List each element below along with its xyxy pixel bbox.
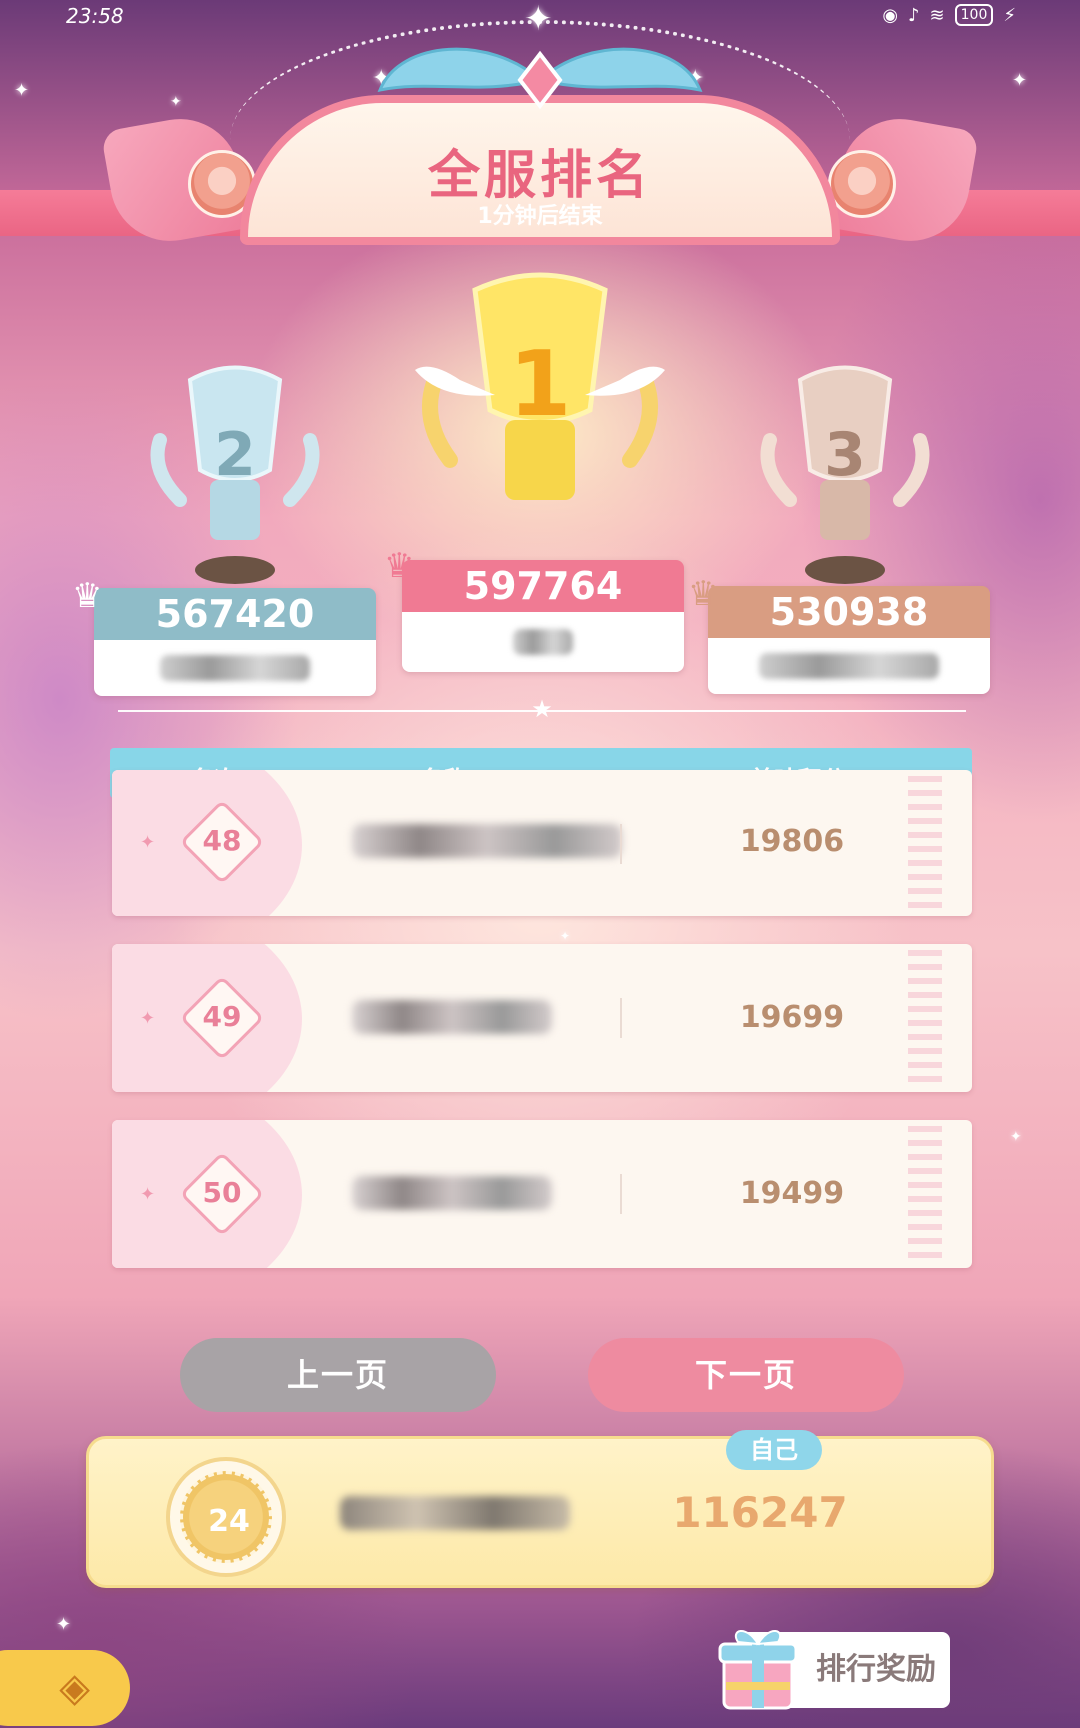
sparkle-icon: ✦ (140, 832, 156, 853)
svg-text:2: 2 (214, 420, 256, 490)
sparkle-icon: ✦ (170, 94, 182, 110)
bell-off-icon: ♪ (908, 4, 920, 26)
bronze-trophy-icon: 3 (760, 365, 930, 584)
page-title: 全服排名 (427, 146, 652, 206)
player-name (352, 824, 622, 858)
podium-score: 597764 (402, 560, 684, 612)
rank-number: 48 (202, 824, 242, 857)
self-rank-number: 24 (208, 1504, 250, 1539)
sparkle-icon: ✦ (1012, 70, 1028, 91)
podium-card-2[interactable]: 567420 (94, 588, 376, 696)
crown-icon: ♛ (688, 574, 719, 614)
rank-number: 50 (202, 1176, 242, 1209)
self-tag: 自己 (726, 1430, 822, 1470)
sparkle-icon: ✦ (140, 1184, 156, 1205)
row-stripe (908, 950, 942, 1086)
silver-trophy-icon: 2 (150, 365, 320, 584)
eye-icon: ◉ (882, 4, 899, 26)
row-separator (620, 1174, 622, 1214)
gift-icon (718, 1630, 798, 1710)
crown-icon: ♛ (72, 576, 103, 616)
svg-text:1: 1 (509, 332, 572, 437)
table-row[interactable]: ✦ 50 19499 (112, 1120, 972, 1268)
crown-icon: ♛ (384, 546, 415, 586)
prev-page-button[interactable]: 上一页 (180, 1338, 496, 1412)
gold-trophy-icon: 1 (415, 272, 665, 500)
podium-card-3[interactable]: 530938 (708, 586, 990, 694)
status-icons: ◉ ♪ ≋ 100 ⚡ (882, 4, 1016, 26)
svg-text:3: 3 (824, 420, 866, 490)
self-rank-badge: 24 (166, 1457, 286, 1577)
sparkle-icon: ✦ (560, 929, 571, 943)
row-separator (620, 824, 622, 864)
table-row[interactable]: ✦ 48 19806 (112, 770, 972, 916)
podium-name (402, 612, 684, 672)
self-player-name (340, 1496, 570, 1530)
divider: ★ (118, 695, 966, 723)
back-arrow-icon: ◈ (59, 1665, 90, 1711)
row-score: 19806 (739, 824, 845, 859)
sparkle-icon: ✦ (14, 80, 30, 101)
sparkle-icon: ✦ (524, 0, 553, 39)
rank-number: 49 (202, 1000, 242, 1033)
charging-icon: ⚡ (1003, 4, 1016, 26)
row-separator (620, 998, 622, 1038)
next-page-button[interactable]: 下一页 (588, 1338, 904, 1412)
sparkle-icon: ✦ (56, 1614, 72, 1635)
row-stripe (908, 1126, 942, 1262)
sparkle-icon: ✦ (140, 1008, 156, 1029)
row-score: 19499 (739, 1176, 845, 1211)
podium-score: 530938 (708, 586, 990, 638)
podium-card-1[interactable]: 597764 (402, 560, 684, 672)
wifi-icon: ≋ (929, 4, 945, 26)
self-score: 116247 (672, 1488, 848, 1537)
table-row[interactable]: ✦ 49 19699 (112, 944, 972, 1092)
sparkle-icon: ✦ (1010, 1129, 1022, 1145)
row-score: 19699 (739, 1000, 845, 1035)
row-stripe (908, 776, 942, 912)
back-button[interactable]: ◈ (0, 1650, 130, 1726)
battery-icon: 100 (954, 4, 994, 26)
star-icon: ★ (531, 695, 553, 723)
podium-score: 567420 (94, 588, 376, 640)
player-name (352, 1000, 552, 1034)
status-time: 23:58 (66, 4, 124, 28)
podium-name (94, 640, 376, 696)
bow-icon (377, 47, 703, 110)
player-name (352, 1176, 552, 1210)
podium-name (708, 638, 990, 694)
countdown-text: 1分钟后结束 (477, 204, 603, 229)
